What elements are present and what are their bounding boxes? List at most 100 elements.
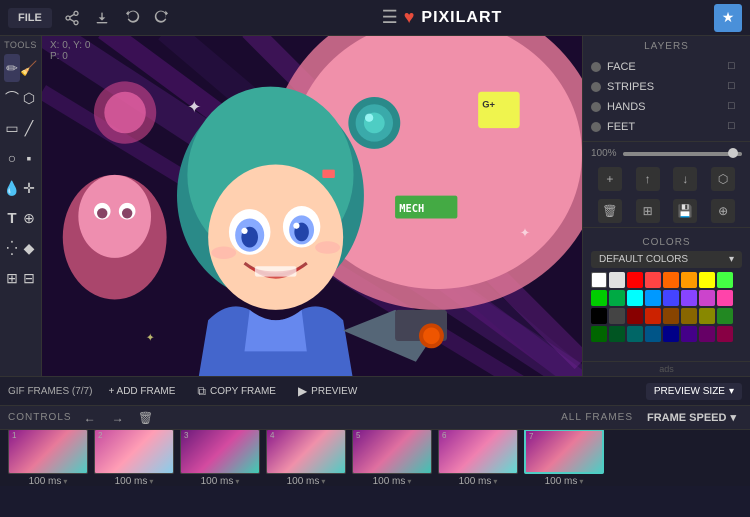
color-swatch-17[interactable] (609, 308, 625, 324)
color-swatch-16[interactable] (591, 308, 607, 324)
frame-item-5[interactable]: 5100 ms▾ (352, 430, 432, 486)
frame-time-row-2: 100 ms▾ (115, 476, 154, 486)
layer-stripes[interactable]: STRIPES □ (591, 77, 742, 97)
preview-size-btn[interactable]: PREVIEW SIZE ▾ (646, 383, 742, 400)
duplicate-layer-btn[interactable]: ⊕ (711, 199, 735, 223)
crop-tool[interactable]: ⊟ (21, 264, 37, 292)
add-frame-btn[interactable]: + ADD FRAME (102, 384, 181, 399)
delete-frame-btn[interactable]: 🗑 (136, 409, 156, 427)
color-swatch-0[interactable] (591, 272, 607, 288)
frame-item-4[interactable]: 4100 ms▾ (266, 430, 346, 486)
opacity-slider[interactable] (623, 152, 742, 156)
colors-dropdown[interactable]: DEFAULT COLORS ▾ (591, 251, 742, 268)
frame-item-2[interactable]: 2100 ms▾ (94, 430, 174, 486)
pan-tool[interactable]: ✛ (21, 174, 37, 202)
color-swatch-12[interactable] (663, 290, 679, 306)
pencil-tool[interactable]: ✏ (4, 54, 20, 82)
share-icon[interactable] (64, 10, 80, 26)
star-button[interactable]: ★ (714, 4, 742, 32)
rect-select-tool[interactable]: ▭ (4, 114, 20, 142)
move-layer-down-btn[interactable]: ↓ (673, 167, 697, 191)
lasso-tool[interactable]: ⌒ (4, 84, 20, 112)
stamp-tool[interactable]: ⊕ (21, 204, 37, 232)
eyedropper-tool[interactable]: 💧 (4, 174, 20, 202)
copy-frame-btn[interactable]: ⧉ COPY FRAME (191, 382, 282, 401)
color-swatch-13[interactable] (681, 290, 697, 306)
preview-btn[interactable]: ▶ PREVIEW (292, 382, 363, 400)
color-swatch-28[interactable] (663, 326, 679, 342)
color-swatch-31[interactable] (717, 326, 733, 342)
color-swatch-6[interactable] (699, 272, 715, 288)
ellipse-tool[interactable]: ○ (4, 144, 20, 172)
layer-hands[interactable]: HANDS □ (591, 97, 742, 117)
hamburger-icon[interactable]: ☰ (382, 7, 398, 28)
color-swatch-5[interactable] (681, 272, 697, 288)
color-swatch-27[interactable] (645, 326, 661, 342)
frame-time-arrow-6[interactable]: ▾ (493, 477, 497, 486)
color-swatch-30[interactable] (699, 326, 715, 342)
frame-speed-btn[interactable]: FRAME SPEED ▾ (641, 409, 742, 426)
color-swatch-7[interactable] (717, 272, 733, 288)
frame-time-arrow-4[interactable]: ▾ (321, 477, 325, 486)
color-swatch-8[interactable] (591, 290, 607, 306)
undo-icon[interactable] (124, 10, 140, 26)
prev-frame-btn[interactable]: ← (80, 409, 100, 427)
layer-feet-visibility[interactable]: □ (728, 120, 742, 134)
color-swatch-2[interactable] (627, 272, 643, 288)
download-icon[interactable] (94, 10, 110, 26)
spray-tool[interactable]: ◆ (21, 234, 37, 262)
save-layer-btn[interactable]: 💾 (673, 199, 697, 223)
frames-list: 1100 ms▾2100 ms▾3100 ms▾4100 ms▾5100 ms▾… (0, 430, 750, 486)
layer-hands-visibility[interactable]: □ (728, 100, 742, 114)
preview-label: PREVIEW (311, 386, 357, 397)
color-swatch-26[interactable] (627, 326, 643, 342)
delete-layer-btn[interactable]: 🗑 (598, 199, 622, 223)
frame-time-arrow-1[interactable]: ▾ (63, 477, 67, 486)
frame-time-arrow-3[interactable]: ▾ (235, 477, 239, 486)
frame-time-arrow-2[interactable]: ▾ (149, 477, 153, 486)
color-swatch-23[interactable] (717, 308, 733, 324)
text-tool[interactable]: T (4, 204, 20, 232)
color-swatch-25[interactable] (609, 326, 625, 342)
fill-tool[interactable]: ▪ (21, 144, 37, 172)
color-swatch-11[interactable] (645, 290, 661, 306)
file-menu[interactable]: FILE (8, 8, 52, 28)
frame-item-6[interactable]: 6100 ms▾ (438, 430, 518, 486)
color-swatch-20[interactable] (663, 308, 679, 324)
layer-face[interactable]: FACE □ (591, 57, 742, 77)
layer-hands-name: HANDS (607, 101, 646, 113)
add-layer-btn[interactable]: + (598, 167, 622, 191)
move-layer-up-btn[interactable]: ↑ (636, 167, 660, 191)
eraser-tool[interactable]: 🧹 (21, 54, 37, 82)
color-swatch-21[interactable] (681, 308, 697, 324)
layer-face-visibility[interactable]: □ (728, 60, 742, 74)
redo-icon[interactable] (154, 10, 170, 26)
layer-stripes-dot (591, 82, 601, 92)
checker-tool[interactable]: ⊞ (4, 264, 20, 292)
frame-time-arrow-5[interactable]: ▾ (407, 477, 411, 486)
frame-item-7[interactable]: 7100 ms▾ (524, 430, 604, 486)
color-swatch-14[interactable] (699, 290, 715, 306)
frame-item-3[interactable]: 3100 ms▾ (180, 430, 260, 486)
color-swatch-19[interactable] (645, 308, 661, 324)
color-swatch-3[interactable] (645, 272, 661, 288)
color-swatch-18[interactable] (627, 308, 643, 324)
color-swatch-15[interactable] (717, 290, 733, 306)
export-layer-btn[interactable]: ⬡ (711, 167, 735, 191)
line-tool[interactable]: ╱ (21, 114, 37, 142)
color-swatch-1[interactable] (609, 272, 625, 288)
layer-stripes-visibility[interactable]: □ (728, 80, 742, 94)
layer-feet[interactable]: FEET □ (591, 117, 742, 137)
color-swatch-9[interactable] (609, 290, 625, 306)
color-swatch-4[interactable] (663, 272, 679, 288)
color-swatch-24[interactable] (591, 326, 607, 342)
merge-layer-btn[interactable]: ⊞ (636, 199, 660, 223)
select-tool[interactable]: ⬡ (21, 84, 37, 112)
color-swatch-10[interactable] (627, 290, 643, 306)
frame-time-arrow-7[interactable]: ▾ (579, 477, 583, 486)
color-swatch-29[interactable] (681, 326, 697, 342)
dither-tool[interactable]: ⁛ (4, 234, 20, 262)
color-swatch-22[interactable] (699, 308, 715, 324)
next-frame-btn[interactable]: → (108, 409, 128, 427)
frame-item-1[interactable]: 1100 ms▾ (8, 430, 88, 486)
